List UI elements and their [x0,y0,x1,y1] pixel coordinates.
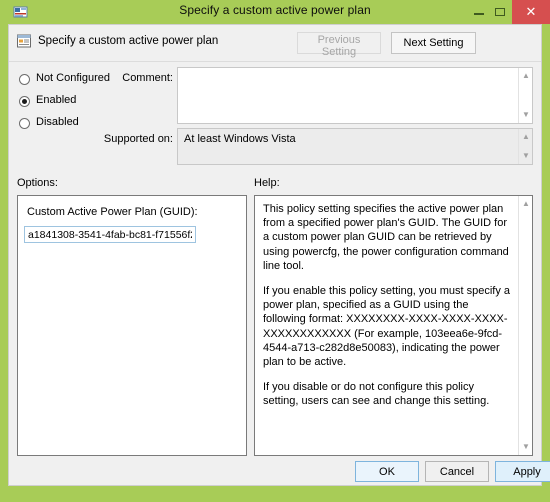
chevron-up-icon[interactable]: ▲ [522,200,530,208]
state-radio-group: Not Configured Enabled Disabled [17,70,117,136]
policy-setting-icon [16,33,32,49]
help-panel: This policy setting specifies the active… [254,195,533,456]
close-button[interactable]: ✕ [512,0,550,24]
radio-disabled-mark [19,118,30,129]
radio-not-configured-label: Not Configured [36,72,110,84]
radio-enabled-mark [19,96,30,107]
dialog-client-area: Specify a custom active power plan Previ… [8,24,550,486]
radio-enabled[interactable]: Enabled [17,92,117,114]
help-paragraph-2: If you enable this policy setting, you m… [263,285,511,369]
options-heading: Options: [17,177,58,189]
comment-label: Comment: [122,72,173,84]
minimize-icon [474,13,484,15]
guid-field-label: Custom Active Power Plan (GUID): [27,206,198,218]
supported-on-value: At least Windows Vista [184,133,296,145]
radio-not-configured[interactable]: Not Configured [17,70,117,92]
help-text: This policy setting specifies the active… [255,196,519,455]
ok-button[interactable]: OK [355,461,419,482]
next-setting-button[interactable]: Next Setting [391,32,476,54]
options-panel: Custom Active Power Plan (GUID): [17,195,247,456]
chevron-down-icon[interactable]: ▼ [522,443,530,451]
supported-on-field: At least Windows Vista ▲ ▼ [177,128,533,165]
chevron-down-icon[interactable]: ▼ [522,152,530,160]
help-scrollbar[interactable]: ▲ ▼ [518,196,532,455]
setting-header: Specify a custom active power plan Previ… [9,25,541,62]
help-paragraph-1: This policy setting specifies the active… [263,203,509,272]
radio-disabled-label: Disabled [36,116,79,128]
chevron-up-icon[interactable]: ▲ [522,133,530,141]
guid-input[interactable] [24,226,196,243]
help-heading: Help: [254,177,280,189]
apply-button[interactable]: Apply [495,461,550,482]
setting-title: Specify a custom active power plan [38,35,219,47]
title-bar: Specify a custom active power plan ✕ [0,0,550,24]
chevron-up-icon[interactable]: ▲ [522,72,530,80]
radio-enabled-label: Enabled [36,94,77,106]
minimize-button[interactable] [468,0,490,24]
comment-scrollbar[interactable]: ▲ ▼ [518,68,532,123]
cancel-button[interactable]: Cancel [425,461,489,482]
maximize-button[interactable] [490,0,512,24]
previous-setting-button[interactable]: Previous Setting [297,32,381,58]
help-paragraph-3: If you disable or do not configure this … [263,381,490,408]
maximize-icon [495,8,505,16]
close-icon: ✕ [525,4,537,19]
dialog-footer: OK Cancel Apply [9,457,550,485]
supported-on-label: Supported on: [103,133,173,145]
radio-not-configured-mark [19,74,30,85]
chevron-down-icon[interactable]: ▼ [522,111,530,119]
supported-on-scrollbar[interactable]: ▲ ▼ [518,129,532,164]
policy-setting-dialog: Specify a custom active power plan ✕ Spe… [0,0,550,502]
comment-input[interactable]: ▲ ▼ [177,67,533,124]
